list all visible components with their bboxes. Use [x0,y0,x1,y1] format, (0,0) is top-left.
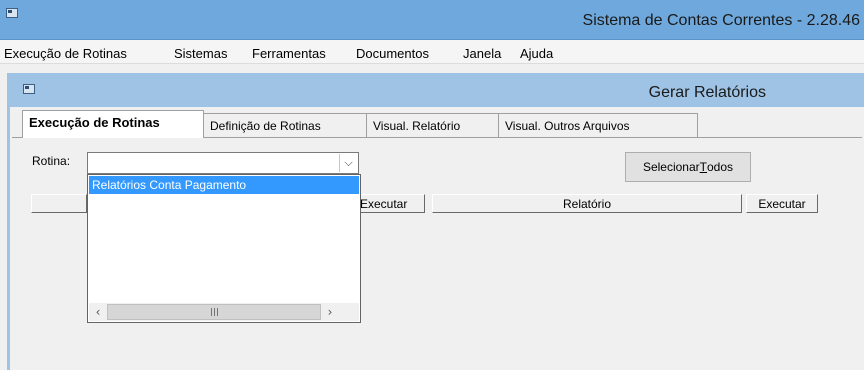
report-window-title: Gerar Relatórios [648,84,766,101]
scrollbar-corner [335,303,359,321]
grid-header-left-blank [31,194,87,213]
dropdown-option-relatorios-conta-pagamento[interactable]: Relatórios Conta Pagamento [89,176,359,194]
report-window-icon[interactable] [23,84,35,94]
select-all-label-prefix: Selecionar [642,160,700,174]
app-window-icon[interactable] [6,8,18,18]
grid-header-relatorio[interactable]: Relatório [432,194,742,213]
app-titlebar: Sistema de Contas Correntes - 2.28.46 [0,0,864,40]
report-window-titlebar[interactable]: Gerar Relatórios [7,73,864,107]
dropdown-horizontal-scrollbar[interactable]: ‹ › [89,303,359,321]
rotina-combobox[interactable]: ⌵ [87,152,359,174]
menu-documentos[interactable]: Documentos [356,46,429,61]
menu-janela[interactable]: Janela [463,46,501,61]
tab-visual-outros-arquivos[interactable]: Visual. Outros Arquivos [498,113,698,138]
tab-definicao-rotinas[interactable]: Definição de Rotinas [203,113,367,138]
grid-header-right-executar[interactable]: Executar [746,194,818,213]
tab-execucao-rotinas[interactable]: Execução de Rotinas [22,110,204,138]
grip-icon [210,308,218,316]
menu-sistemas[interactable]: Sistemas [174,46,227,61]
menubar: Execução de Rotinas Sistemas Ferramentas… [0,40,864,64]
select-all-label-suffix: odos [707,160,734,174]
chevron-down-icon[interactable]: ⌵ [339,154,357,172]
menu-ajuda[interactable]: Ajuda [520,46,553,61]
menu-execucao-rotinas[interactable]: Execução de Rotinas [4,46,127,61]
workspace-margin [0,73,7,370]
select-all-button[interactable]: Selecionar Todos [625,152,751,182]
menu-ferramentas[interactable]: Ferramentas [252,46,326,61]
grid-header-left-executar[interactable]: Executar [357,194,425,213]
app-title: Sistema de Contas Correntes - 2.28.46 [582,12,860,29]
scroll-left-icon[interactable]: ‹ [89,303,107,321]
scroll-thumb[interactable] [107,304,321,320]
rotina-dropdown-list[interactable]: Relatórios Conta Pagamento ‹ › [87,174,361,323]
select-all-label-mnemonic: T [699,160,707,174]
rotina-label: Rotina: [32,154,71,168]
tab-visual-relatorio[interactable]: Visual. Relatório [366,113,499,138]
